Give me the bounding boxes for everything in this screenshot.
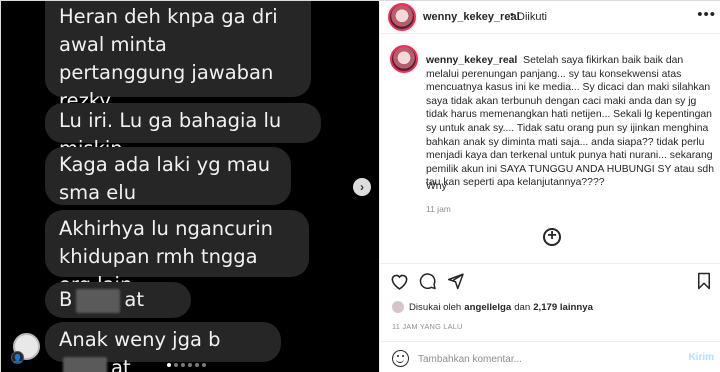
comment-input[interactable] [418,351,668,367]
emoji-icon[interactable] [392,350,409,367]
carousel-dot [188,363,192,367]
likes-and: dan [514,301,531,313]
caption-time: 11 jam [426,204,451,214]
post-details: wenny_kekey_real • Diikuti ••• wenny_kek… [379,1,720,372]
likes-prefix: Disukai oleh [409,301,462,313]
post-comment-button[interactable]: Kirim [688,352,714,363]
avatar[interactable] [388,3,416,31]
load-more-comments-icon[interactable]: + [543,228,561,246]
comment-bar: Kirim [380,341,720,372]
chat-bubble: Akhirhya lu ngancurin khidupan rmh tngga… [45,210,309,296]
more-options-icon[interactable]: ••• [697,6,716,23]
chat-bubble: Kaga ada laki yg mau sma elu [45,147,291,205]
liker-username[interactable]: angellelga [464,302,511,313]
bubble-text: at [111,356,131,372]
following-button[interactable]: Diikuti [517,11,547,23]
carousel-dot [195,363,199,367]
author-username[interactable]: wenny_kekey_real [423,11,520,23]
chat-bubble: Lu iri. Lu ga bahagia lu miskin [45,103,321,160]
carousel-indicator [167,363,206,367]
bubble-text: Anak weny jga b [59,328,221,351]
chat-bubble: Heran deh knpa ga dri awal minta pertang… [45,1,311,112]
carousel-dot [202,363,206,367]
comment-icon[interactable] [418,272,437,295]
caption-username[interactable]: wenny_kekey_real [426,55,517,66]
action-bar [380,263,720,295]
censor-blur [76,288,121,313]
chat-bubble-censored: Bat weny [45,282,191,339]
likes-count[interactable]: 2,179 lainnya [533,302,593,313]
next-slide-icon[interactable]: › [353,178,371,196]
heart-icon[interactable] [390,272,409,295]
censor-blur [63,356,107,372]
caption-avatar[interactable] [390,45,418,73]
post-header: wenny_kekey_real • Diikuti ••• [380,1,720,34]
post-timestamp: 11 JAM YANG LALU [392,322,463,331]
post-window: Heran deh knpa ga dri awal minta pertang… [0,0,720,372]
post-caption: wenny_kekey_real Setelah saya fikirkan b… [426,54,716,190]
bookmark-icon[interactable] [696,272,712,295]
liker-avatar[interactable] [392,301,404,313]
carousel-dot [181,363,185,367]
user-tag-icon[interactable]: 👤 [11,351,24,364]
caption-text: Setelah saya fikirkan baik baik dan mela… [426,55,714,189]
post-media[interactable]: Heran deh knpa ga dri awal minta pertang… [1,1,379,372]
carousel-dot [174,363,178,367]
carousel-dot [167,363,171,367]
bubble-text: B [59,288,73,311]
likes-summary: Disukai oleh angellelga dan 2,179 lainny… [392,301,596,313]
caption-signature: Wny [426,181,447,192]
share-icon[interactable] [446,272,465,295]
chat-bubble-censored: Anak weny jga b at [45,322,281,372]
separator-dot: • [510,9,514,21]
